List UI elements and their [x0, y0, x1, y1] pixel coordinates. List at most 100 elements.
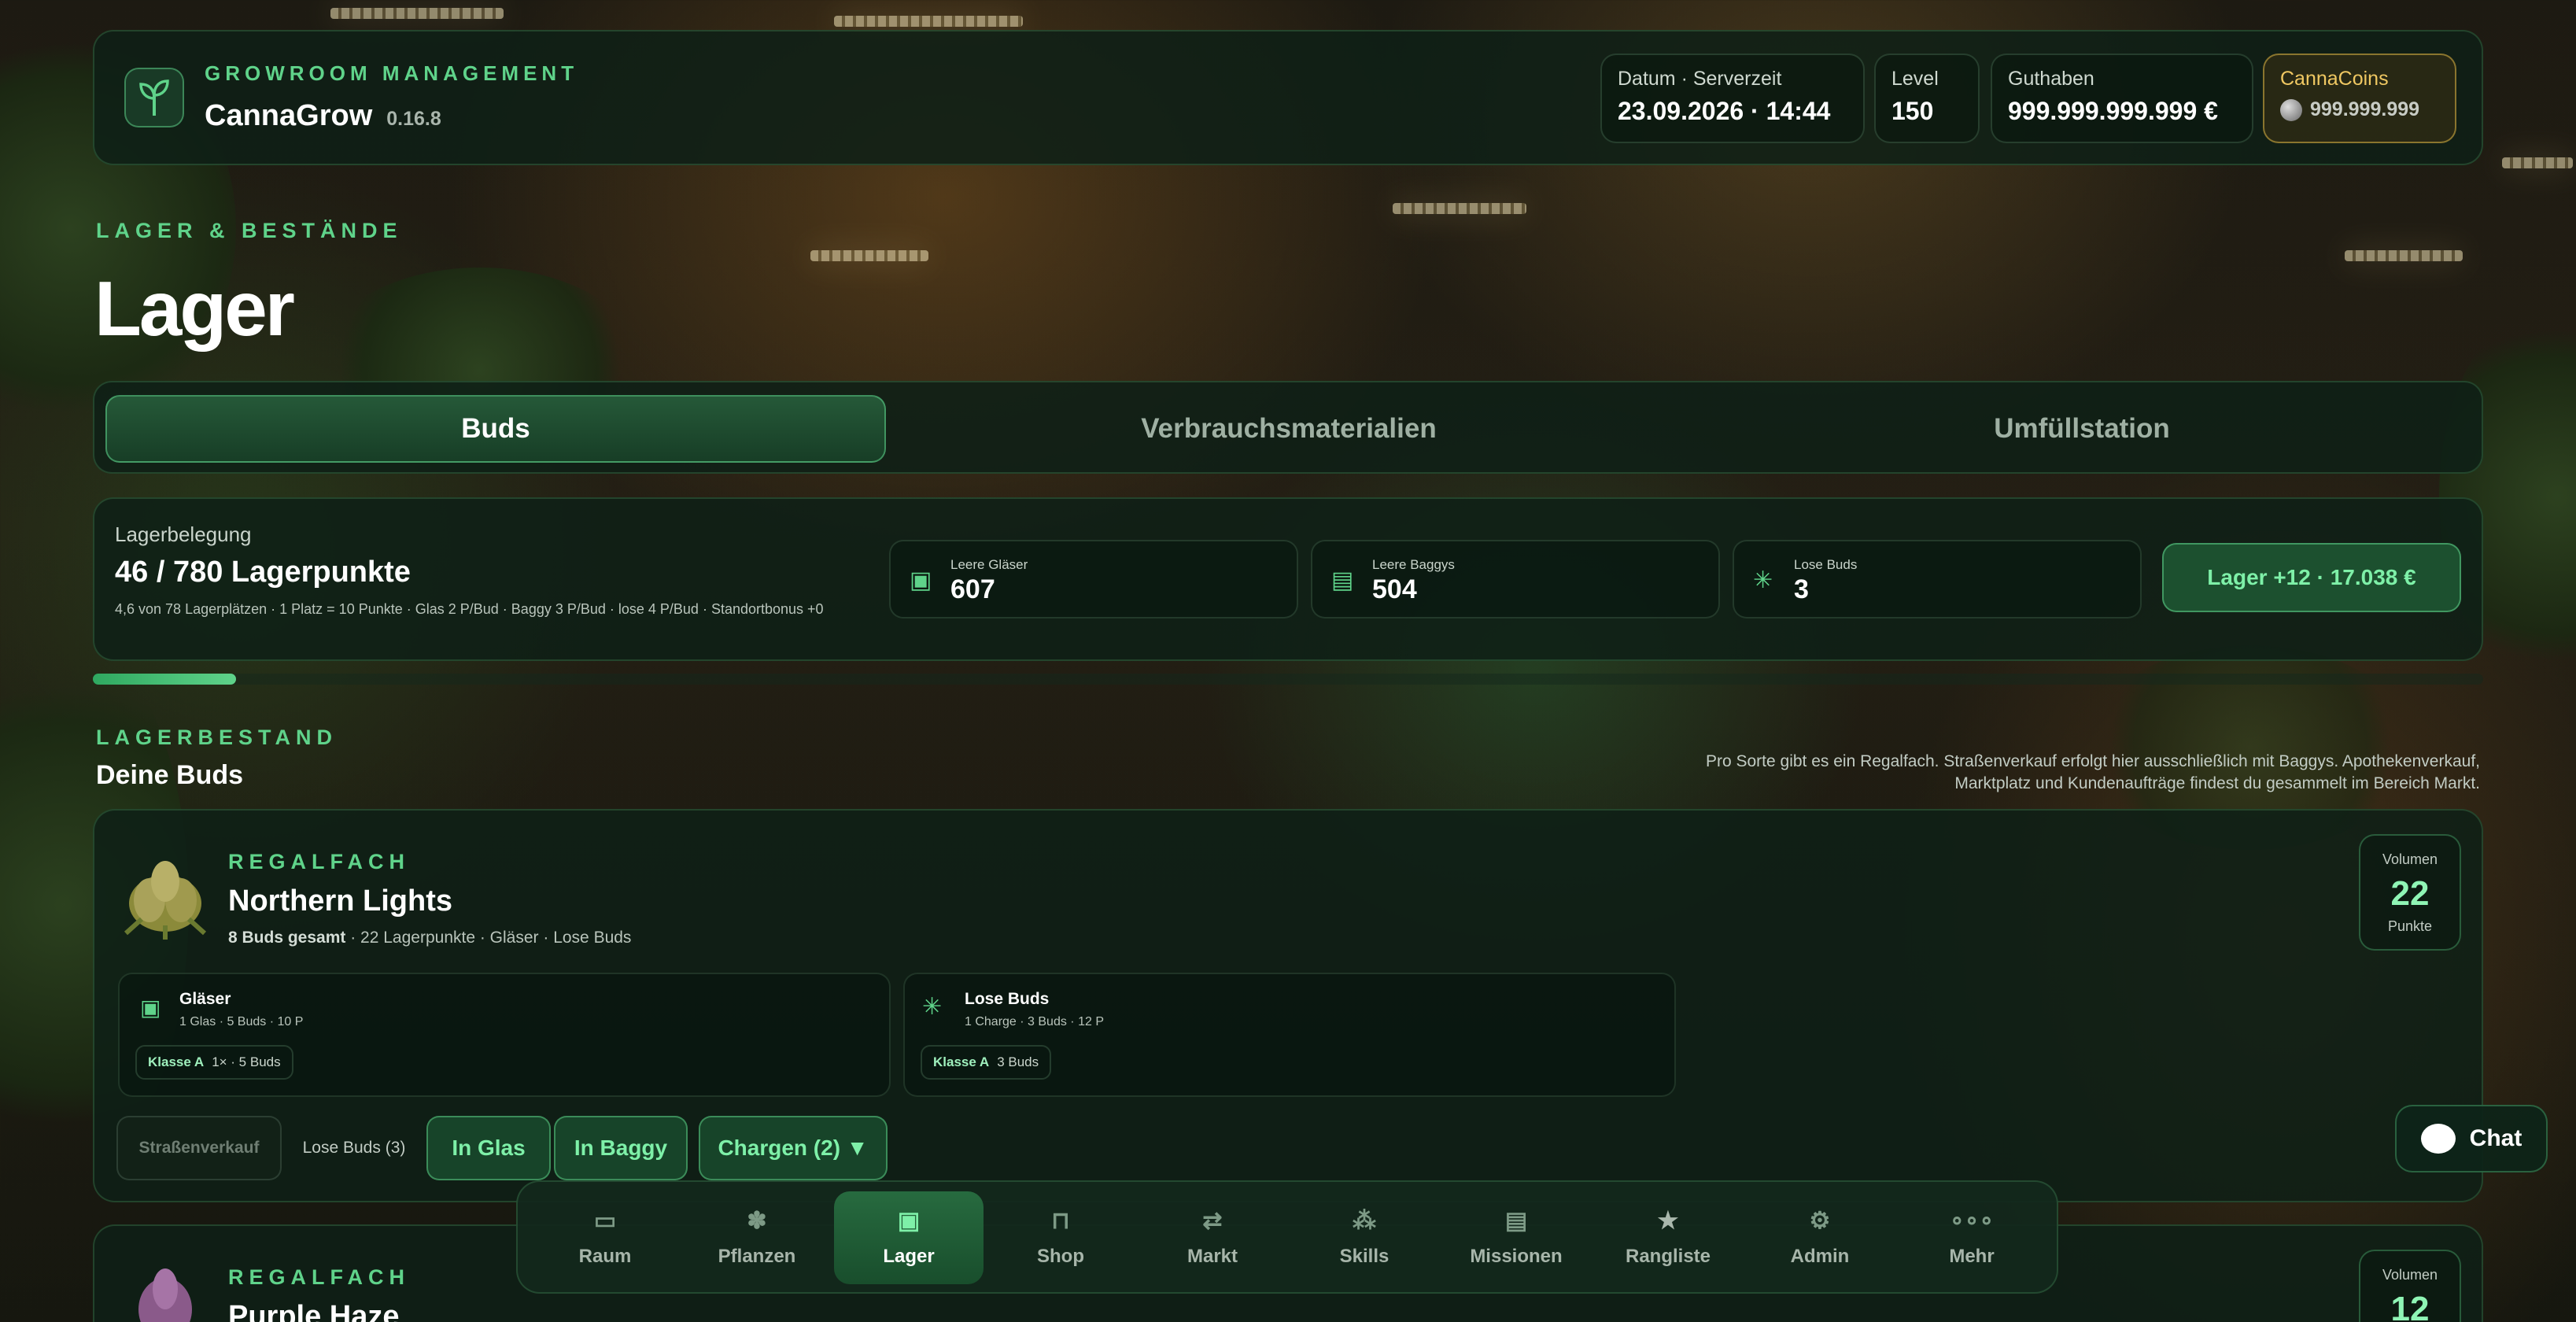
occupancy-value: 46 / 780 Lagerpunkte [115, 556, 411, 589]
strain-name: Northern Lights [228, 884, 452, 918]
empty-baggys-box: ▤ Leere Baggys 504 [1311, 540, 1720, 619]
storage-occupancy-panel: Lagerbelegung 46 / 780 Lagerpunkte 4,6 v… [93, 497, 2483, 661]
skills-icon: ⁂ [1353, 1208, 1376, 1234]
loose-buds-value: 3 [1794, 574, 1809, 604]
nav-skills[interactable]: ⁂ Skills [1290, 1191, 1439, 1284]
occupancy-detail: 4,6 von 78 Lagerplätzen · 1 Platz = 10 P… [115, 601, 824, 617]
nav-label: Raum [578, 1246, 632, 1267]
strain-name: Purple Haze [228, 1300, 400, 1322]
balance-stat: Guthaben 999.999.999.999 € [1991, 54, 2253, 143]
tab-umfuellstation[interactable]: Umfüllstation [1692, 395, 2472, 463]
nav-label: Shop [1037, 1246, 1084, 1267]
nav-label: Mehr [1949, 1246, 1995, 1267]
plant-logo-icon [124, 68, 184, 127]
shelf-summary: · 22 Lagerpunkte · Gläser · Lose Buds [350, 929, 632, 947]
cannacoins-value: 999.999.999 [2310, 98, 2420, 120]
glass-class-pill[interactable]: Klasse A 1× · 5 Buds [135, 1045, 293, 1080]
tab-bar: Buds Verbrauchsmaterialien Umfüllstation [93, 381, 2483, 474]
empty-baggys-value: 504 [1372, 574, 1417, 604]
chat-label: Chat [2469, 1125, 2522, 1151]
nav-label: Admin [1790, 1246, 1850, 1267]
in-baggy-button[interactable]: In Baggy [554, 1116, 688, 1180]
jar-icon: ▣ [897, 1208, 921, 1234]
nav-lager[interactable]: ▣ Lager [834, 1191, 984, 1284]
cannacoins-stat[interactable]: CannaCoins 999.999.999 [2263, 54, 2456, 143]
plant-icon: ✽ [747, 1208, 767, 1234]
chat-button[interactable]: Chat [2395, 1105, 2548, 1172]
empty-jars-value: 607 [950, 574, 995, 604]
nav-missionen[interactable]: ▤ Missionen [1441, 1191, 1591, 1284]
nav-mehr[interactable]: ∘∘∘ Mehr [1897, 1191, 2046, 1284]
stock-eyebrow: LAGERBESTAND [96, 726, 338, 749]
storage-upgrade-button[interactable]: Lager +12 · 17.038 € [2162, 543, 2461, 612]
nav-admin[interactable]: ⚙ Admin [1745, 1191, 1895, 1284]
street-sale-button[interactable]: Straßenverkauf [116, 1116, 282, 1180]
empty-jars-box: ▣ Leere Gläser 607 [889, 540, 1298, 619]
glass-storage-section: ▣ Gläser 1 Glas · 5 Buds · 10 P Klasse A… [118, 973, 891, 1097]
app-version: 0.16.8 [386, 108, 441, 130]
jar-icon: ▣ [910, 567, 932, 593]
shelf-eyebrow: REGALFACH [228, 1265, 410, 1289]
occupancy-progress-fill [93, 674, 237, 685]
server-time-stat: Datum · Serverzeit 23.09.2026 · 14:44 [1600, 54, 1865, 143]
gear-icon: ⚙ [1809, 1208, 1831, 1234]
nav-label: Markt [1187, 1246, 1238, 1267]
coin-icon [2280, 98, 2302, 121]
chat-bubble-icon [2420, 1124, 2456, 1154]
volume-unit: Punkte [2387, 918, 2433, 934]
leaf-icon: ✳ [1753, 567, 1773, 593]
volume-value: 22 [2390, 874, 2430, 913]
nav-markt[interactable]: ⇄ Markt [1138, 1191, 1287, 1284]
glass-class-count: 1× · 5 Buds [212, 1054, 281, 1069]
balance-value: 999.999.999.999 € [2008, 97, 2218, 125]
volume-badge: Volumen 22 Punkte [2359, 834, 2461, 951]
loose-buds-label: Lose Buds [1794, 557, 1858, 572]
tab-verbrauchsmaterialien[interactable]: Verbrauchsmaterialien [899, 395, 1679, 463]
strain-image [118, 855, 212, 941]
nav-shop[interactable]: ⊓ Shop [986, 1191, 1135, 1284]
shelf-eyebrow: REGALFACH [228, 850, 410, 873]
server-time-value: 23.09.2026 · 14:44 [1618, 97, 1831, 125]
nav-raum[interactable]: ▭ Raum [530, 1191, 680, 1284]
nav-label: Pflanzen [718, 1246, 796, 1267]
page-eyebrow: LAGER & BESTÄNDE [96, 219, 403, 242]
app-header: GROWROOM MANAGEMENT CannaGrow 0.16.8 Dat… [93, 30, 2483, 165]
balance-label: Guthaben [2008, 68, 2094, 90]
in-glass-button[interactable]: In Glas [426, 1116, 551, 1180]
bag-icon: ⊓ [1051, 1208, 1070, 1234]
more-icon: ∘∘∘ [1949, 1208, 1995, 1234]
glass-title: Gläser [179, 990, 231, 1008]
loose-buds-count: Lose Buds (3) [302, 1139, 406, 1157]
volume-label: Volumen [2382, 1267, 2438, 1283]
occupancy-progress-track [93, 674, 2483, 685]
header-eyebrow: GROWROOM MANAGEMENT [205, 61, 579, 85]
volume-badge: Volumen 12 [2359, 1250, 2461, 1322]
empty-jars-label: Leere Gläser [950, 557, 1028, 572]
strain-image [126, 1262, 205, 1322]
batches-dropdown-button[interactable]: Chargen (2) ▼ [699, 1116, 888, 1180]
glass-class-label: Klasse A [148, 1054, 205, 1069]
server-time-label: Datum · Serverzeit [1618, 68, 1782, 90]
nav-pflanzen[interactable]: ✽ Pflanzen [682, 1191, 832, 1284]
glass-detail: 1 Glas · 5 Buds · 10 P [179, 1015, 304, 1028]
tab-buds[interactable]: Buds [105, 395, 886, 463]
level-stat: Level 150 [1874, 54, 1980, 143]
loose-class-pill[interactable]: Klasse A 3 Buds [921, 1045, 1052, 1080]
loose-detail: 1 Charge · 3 Buds · 12 P [965, 1015, 1104, 1028]
nav-rangliste[interactable]: ★ Rangliste [1593, 1191, 1743, 1284]
nav-label: Rangliste [1625, 1246, 1711, 1267]
shelf-summary-bold: 8 Buds gesamt [228, 929, 346, 947]
loose-class-count: 3 Buds [997, 1054, 1039, 1069]
page-title: Lager [94, 265, 295, 352]
stock-title: Deine Buds [96, 760, 244, 790]
stock-note: Pro Sorte gibt es ein Regalfach. Straßen… [1705, 752, 2480, 792]
cannacoins-label: CannaCoins [2280, 68, 2389, 90]
loose-title: Lose Buds [965, 990, 1050, 1008]
nav-label: Missionen [1470, 1246, 1563, 1267]
nav-label: Lager [883, 1246, 935, 1267]
leaf-icon: ✳ [922, 994, 943, 1020]
clipboard-icon: ▤ [1504, 1208, 1528, 1234]
loose-buds-box: ✳ Lose Buds 3 [1733, 540, 2142, 619]
level-value: 150 [1891, 97, 1934, 125]
jar-icon: ▣ [140, 995, 161, 1020]
